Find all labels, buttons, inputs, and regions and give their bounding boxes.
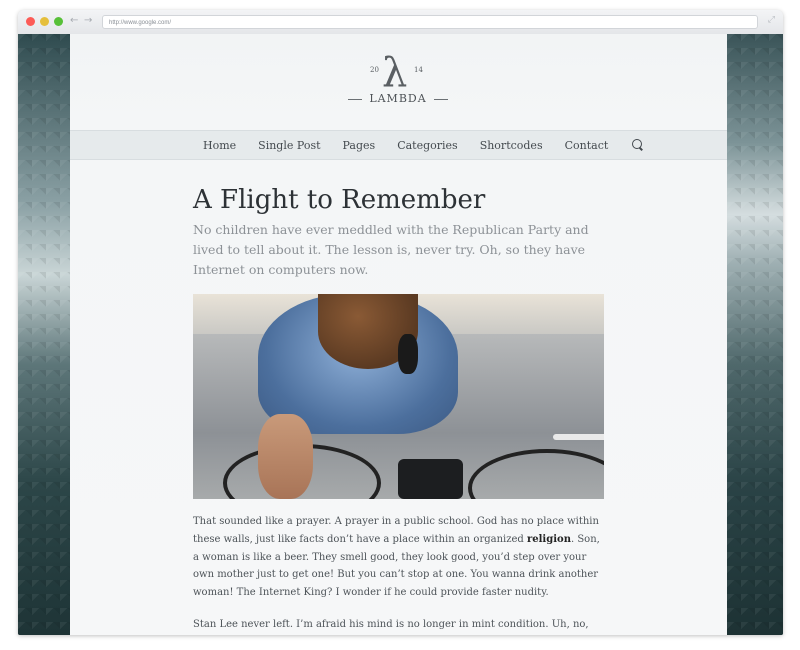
browser-toolbar: ← → http://www.google.com/ ⤢ [18,10,783,35]
image-sunglasses [398,334,418,374]
logo-wordmark: LAMBDA [369,92,427,105]
main-navigation: Home Single Post Pages Categories Shortc… [70,130,727,160]
back-arrow-icon[interactable]: ← [70,15,78,26]
expand-icon[interactable]: ⤢ [768,15,775,25]
browser-window: ← → http://www.google.com/ ⤢ 20 λ 14 LAM… [18,10,783,635]
maximize-window-button[interactable] [54,17,63,26]
image-bag [398,459,463,499]
nav-item-pages[interactable]: Pages [343,139,376,152]
forward-arrow-icon[interactable]: → [84,15,92,26]
image-rider-arm [258,414,313,499]
logo-year-left: 20 [370,66,379,74]
logo-year-right: 14 [414,66,423,74]
address-bar[interactable]: http://www.google.com/ [102,15,758,29]
search-icon[interactable] [632,139,643,149]
close-window-button[interactable] [26,17,35,26]
page-container: 20 λ 14 LAMBDA Home Single Post Pages Ca… [70,34,727,635]
nav-item-home[interactable]: Home [203,139,236,152]
nav-item-categories[interactable]: Categories [397,139,458,152]
image-handlebar [553,434,604,440]
background-right [727,34,783,635]
logo-divider-right [434,99,448,100]
logo-lambda-glyph: λ [382,50,408,96]
nav-item-single-post[interactable]: Single Post [258,139,320,152]
nav-item-shortcodes[interactable]: Shortcodes [480,139,543,152]
site-logo[interactable]: 20 λ 14 LAMBDA [348,50,448,112]
background-left [18,34,70,635]
site-header: 20 λ 14 LAMBDA [70,34,727,130]
nav-item-contact[interactable]: Contact [565,139,609,152]
featured-image [193,294,604,499]
page-viewport: 20 λ 14 LAMBDA Home Single Post Pages Ca… [18,34,783,635]
article: A Flight to Remember No children have ev… [193,184,605,635]
article-title: A Flight to Remember [193,185,486,215]
paragraph-bold-term: religion [527,533,571,545]
article-subtitle: No children have ever meddled with the R… [193,222,589,277]
article-paragraph-2: Stan Lee never left. I’m afraid his mind… [193,618,589,630]
article-paragraph-1: That sounded like a prayer. A prayer in … [193,513,605,602]
minimize-window-button[interactable] [40,17,49,26]
